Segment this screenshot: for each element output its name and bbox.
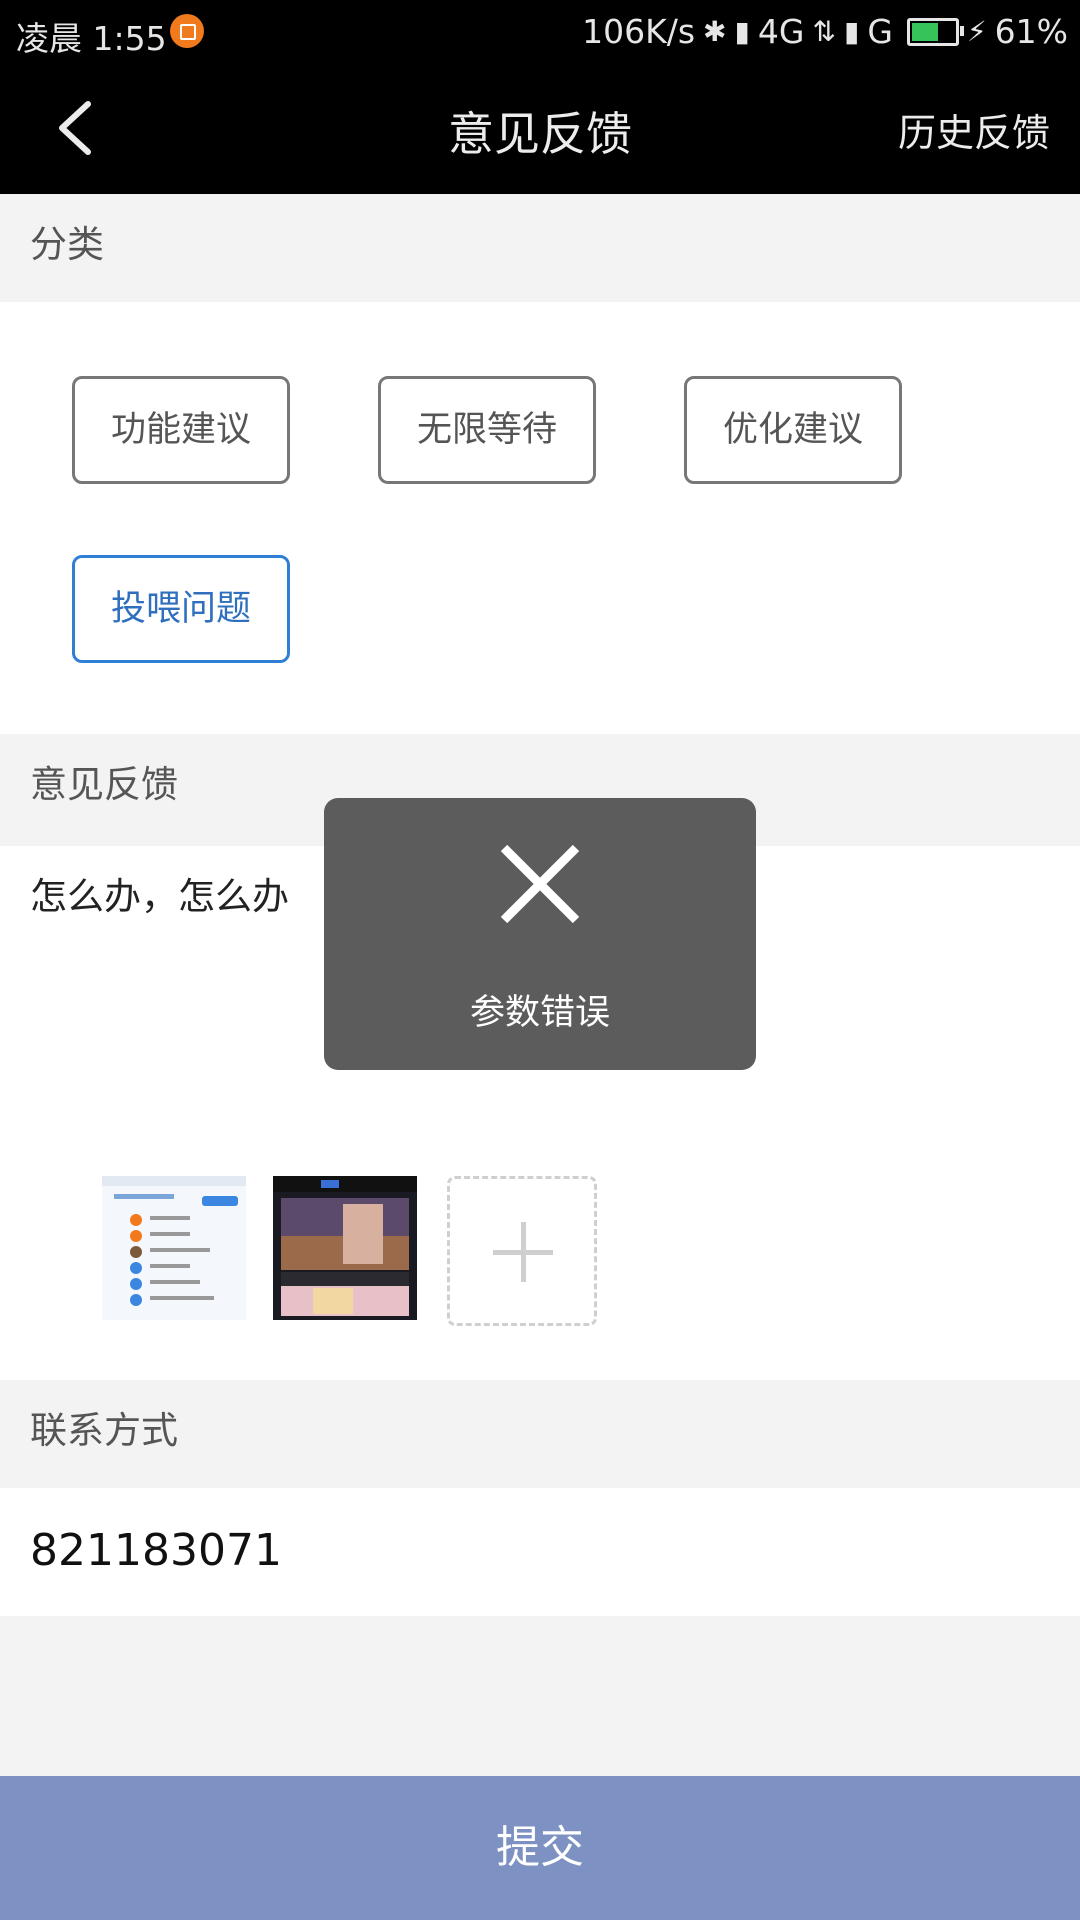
- category-option[interactable]: 优化建议: [684, 376, 902, 484]
- battery-icon: [906, 17, 964, 46]
- signal-icon-2: ▮: [843, 15, 860, 48]
- battery-percent: 61%: [994, 12, 1068, 51]
- charging-icon: ⚡: [966, 15, 987, 48]
- history-feedback-link[interactable]: 历史反馈: [898, 102, 1050, 157]
- bluetooth-icon: ✱: [703, 15, 727, 48]
- status-time: 凌晨 1:55: [16, 19, 167, 58]
- network-speed: 106K/s: [582, 12, 696, 51]
- close-icon: [500, 844, 580, 924]
- category-option[interactable]: 功能建议: [72, 376, 290, 484]
- category-option[interactable]: 无限等待: [378, 376, 596, 484]
- signal-icon: ▮: [734, 15, 750, 48]
- error-toast: 参数错误: [324, 798, 756, 1070]
- add-attachment-button[interactable]: [447, 1176, 597, 1326]
- network-type-2: G: [867, 12, 893, 51]
- battery-level: [911, 22, 938, 41]
- status-bar: 凌晨 1:55 106K/s ✱ ▮ 4G ⇅ ▮ G ⚡ 61%: [0, 0, 1080, 62]
- contact-input[interactable]: 821183071: [30, 1525, 282, 1576]
- feedback-textarea[interactable]: 怎么办，怎么办: [30, 866, 289, 920]
- nav-bar: 意见反馈 历史反馈: [0, 62, 1080, 194]
- status-indicators: 106K/s ✱ ▮ 4G ⇅ ▮ G ⚡ 61%: [582, 12, 1068, 51]
- category-header: 分类: [0, 194, 1080, 302]
- category-options: 功能建议 无限等待 优化建议 投喂问题: [0, 302, 1080, 734]
- data-transfer-icon: ⇅: [812, 15, 836, 48]
- attachment-thumbnail[interactable]: [102, 1176, 246, 1320]
- network-type-1: 4G: [757, 12, 805, 51]
- attachment-thumbnail[interactable]: [273, 1176, 417, 1320]
- category-option-selected[interactable]: 投喂问题: [72, 555, 290, 663]
- contact-header: 联系方式: [0, 1380, 1080, 1488]
- toast-message: 参数错误: [469, 993, 610, 1033]
- app-notification-icon: [170, 14, 204, 48]
- submit-button[interactable]: 提交: [0, 1776, 1080, 1920]
